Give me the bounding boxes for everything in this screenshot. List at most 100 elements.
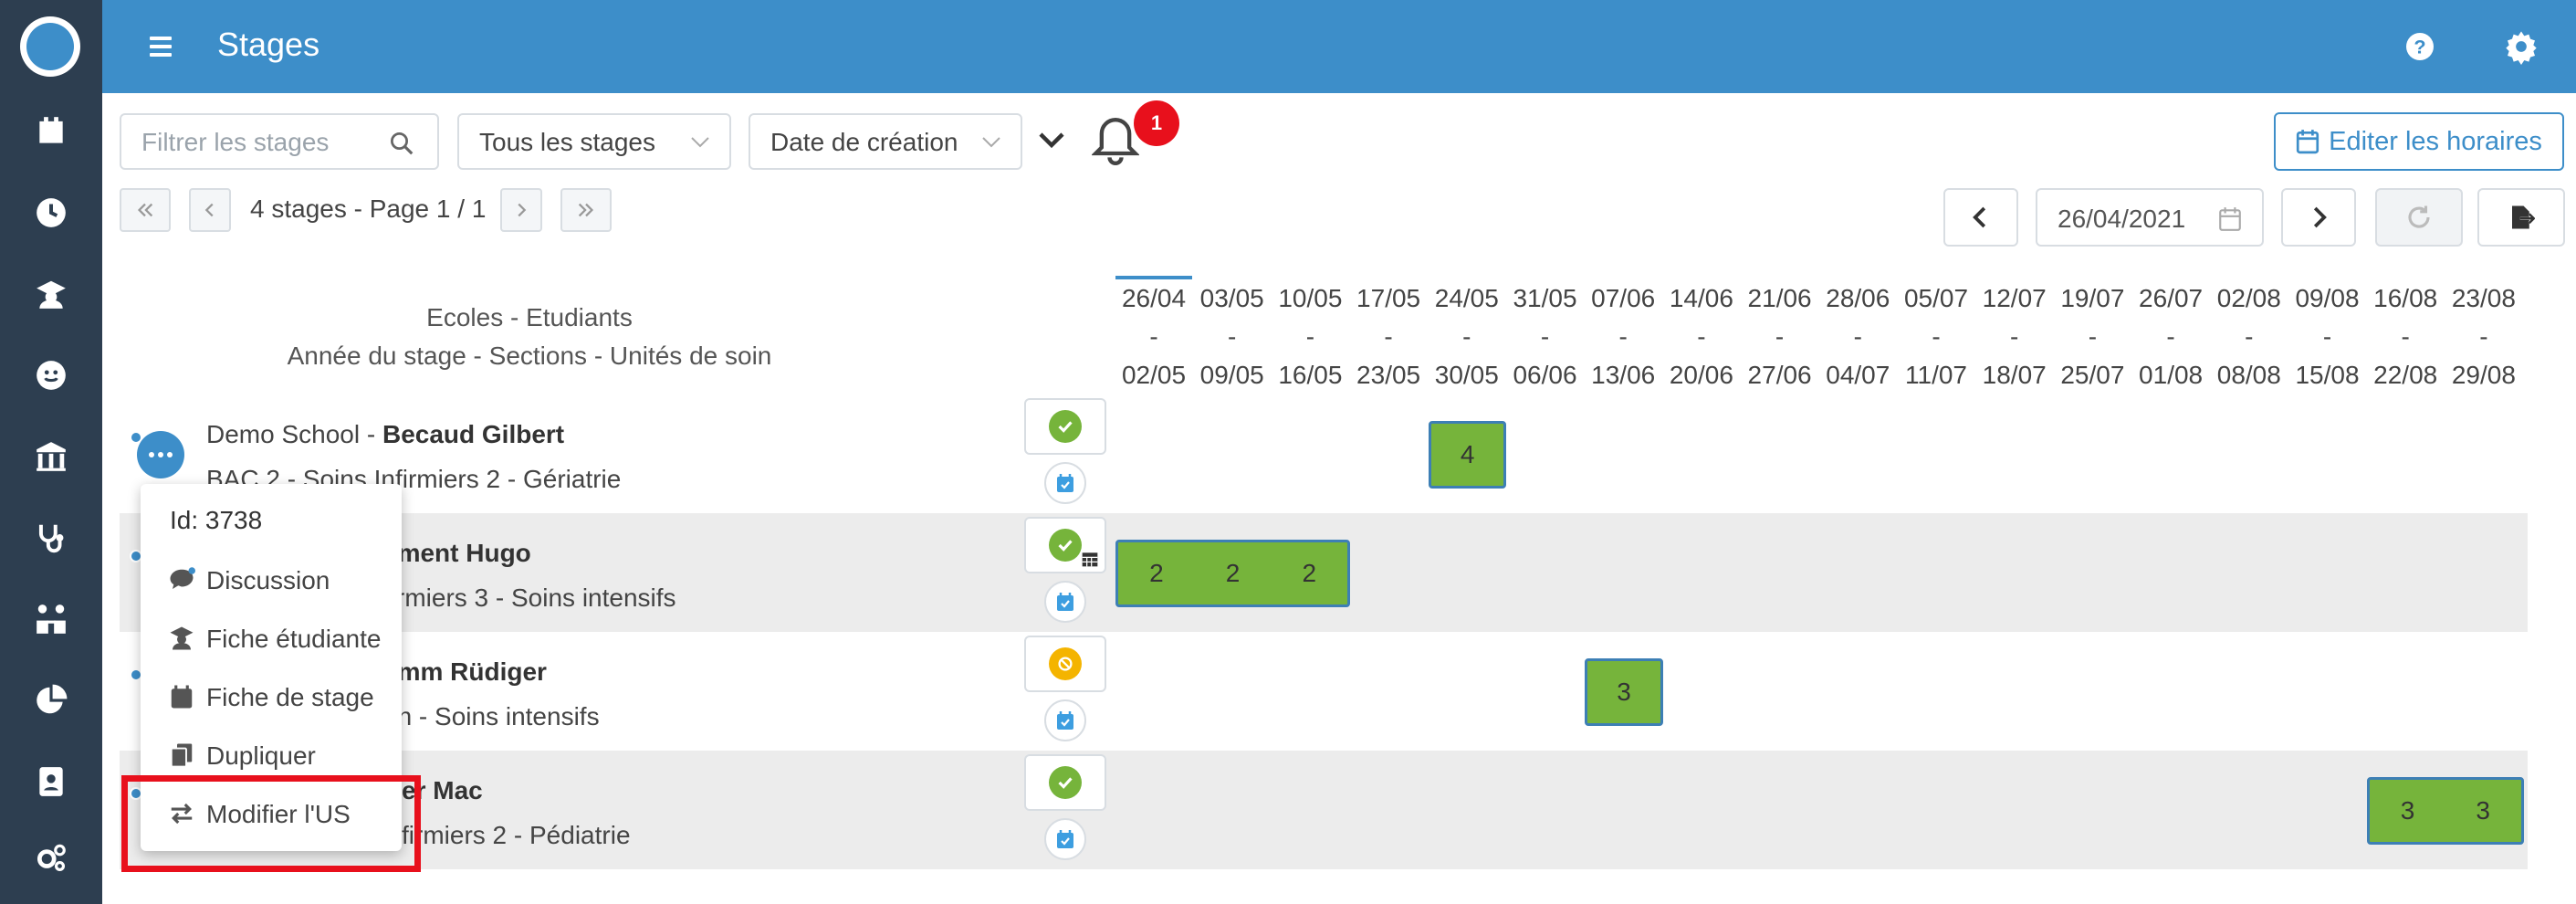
notification-badge: 1: [1134, 100, 1179, 146]
people-icon[interactable]: [0, 579, 102, 659]
highlight-box: [121, 775, 421, 872]
calendar-icon: [171, 685, 193, 709]
week-header: 12/07-18/07: [1982, 284, 2047, 389]
column-header-schools: Ecoles - Etudiants: [426, 303, 633, 331]
stage-block[interactable]: 33: [2367, 777, 2524, 845]
week-header: 31/05-06/06: [1513, 284, 1577, 389]
stage-block-count: 3: [2400, 796, 2415, 825]
calendar-check-icon: [1057, 830, 1073, 848]
menu-icon[interactable]: [146, 29, 181, 64]
week-header: 09/08-15/08: [2295, 284, 2360, 389]
week-header: 14/06-20/06: [1669, 284, 1733, 389]
search-field[interactable]: [120, 113, 439, 170]
refresh-icon: [2408, 205, 2430, 228]
week-header: 05/07-11/07: [1903, 284, 1969, 389]
calendar-check-icon: [1057, 474, 1073, 492]
calendar-icon: [2219, 207, 2241, 231]
double-chevron-right-icon: [578, 203, 594, 217]
sort-direction-icon[interactable]: [1035, 123, 1068, 156]
check-icon: [1049, 410, 1082, 443]
svg-text:?: ?: [2414, 36, 2425, 58]
sort-value: Date de création: [770, 128, 958, 156]
calendar-icon: [2297, 130, 2319, 154]
check-icon: [1049, 529, 1082, 562]
chevron-right-icon: [518, 203, 527, 217]
week-header: 28/06-04/07: [1826, 284, 1890, 389]
table-row: [120, 751, 2528, 869]
app-logo[interactable]: [20, 16, 80, 77]
stage-block-count: 2: [1302, 559, 1317, 587]
stage-filter-select[interactable]: Tous les stages: [457, 113, 731, 170]
stethoscope-icon[interactable]: [0, 498, 102, 578]
cogs-icon[interactable]: [0, 817, 102, 898]
stage-block-count: 3: [1617, 678, 1631, 706]
stage-block-count: 4: [1460, 440, 1475, 468]
school-icon[interactable]: [0, 416, 102, 497]
menu-item-internship-file[interactable]: Fiche de stage: [141, 670, 402, 723]
badge-icon[interactable]: [0, 741, 102, 822]
top-bar: Stages ?: [102, 0, 2576, 93]
next-page-button[interactable]: [500, 188, 542, 232]
row-title: ément Hugo: [383, 539, 531, 567]
status-validated-button[interactable]: [1024, 754, 1106, 811]
row-menu-button[interactable]: [137, 431, 184, 478]
sort-select[interactable]: Date de création: [749, 113, 1022, 170]
week-header: 24/05-30/05: [1434, 284, 1499, 389]
first-page-button[interactable]: [120, 188, 171, 232]
comment-icon: [170, 567, 195, 589]
week-header: 21/06-27/06: [1747, 284, 1812, 389]
week-header: 17/05-23/05: [1356, 284, 1421, 389]
calendar-check-button[interactable]: [1044, 818, 1086, 860]
calendar-check-button[interactable]: [1044, 462, 1086, 504]
row-details: firmiers 2 - Pédiatrie: [402, 821, 631, 849]
date-field[interactable]: 26/04/2021: [2036, 188, 2264, 247]
chevron-left-icon: [204, 203, 214, 217]
bell-icon[interactable]: [1092, 113, 1139, 170]
copy-icon: [170, 743, 193, 768]
double-chevron-left-icon: [137, 203, 153, 217]
export-icon: [2512, 205, 2535, 229]
chevron-down-icon: [691, 137, 709, 148]
clock-icon[interactable]: [0, 173, 102, 253]
pagination-info: 4 stages - Page 1 / 1: [250, 194, 487, 223]
refresh-button[interactable]: [2375, 188, 2463, 247]
status-validated-button[interactable]: [1024, 398, 1106, 455]
calendar-check-button[interactable]: [1044, 581, 1086, 623]
calendar-check-button[interactable]: [1044, 699, 1086, 741]
menu-item-discussion[interactable]: Discussion: [141, 553, 402, 606]
stage-block[interactable]: 2 2 2: [1115, 540, 1351, 607]
search-input[interactable]: [141, 126, 388, 159]
edit-schedule-button[interactable]: Editer les horaires: [2274, 112, 2564, 171]
status-validated-button[interactable]: [1024, 517, 1106, 573]
date-value: 26/04/2021: [2058, 205, 2186, 233]
settings-icon[interactable]: [2503, 28, 2539, 65]
export-button[interactable]: [2477, 188, 2565, 247]
calendar-check-icon: [1057, 711, 1073, 730]
stage-block[interactable]: 4: [1428, 421, 1507, 489]
smile-icon[interactable]: [0, 335, 102, 415]
check-icon: [1049, 766, 1082, 799]
stage-block-count: 2: [1149, 559, 1164, 587]
row-title: Demo School - Becaud Gilbert: [206, 420, 565, 448]
menu-item-duplicate[interactable]: Dupliquer: [141, 729, 402, 782]
prev-page-button[interactable]: [189, 188, 231, 232]
menu-item-student-file[interactable]: Fiche étudiante: [141, 612, 402, 665]
graduate-icon[interactable]: [0, 254, 102, 334]
calendar-grid-icon: [1082, 552, 1098, 567]
column-header-details: Année du stage - Sections - Unités de so…: [287, 342, 772, 370]
pie-chart-icon[interactable]: [0, 660, 102, 741]
last-page-button[interactable]: [560, 188, 612, 232]
week-header: 19/07-25/07: [2060, 284, 2125, 389]
row-details: firmiers 3 - Soins intensifs: [383, 583, 676, 612]
week-header: 07/06-13/06: [1591, 284, 1656, 389]
next-week-button[interactable]: [2281, 188, 2356, 247]
edit-schedule-label: Editer les horaires: [2329, 126, 2542, 156]
row-title: amm Rüdiger: [383, 657, 547, 686]
calendar-icon[interactable]: [0, 91, 102, 172]
stage-filter-value: Tous les stages: [479, 128, 655, 156]
stage-block[interactable]: 3: [1585, 658, 1663, 726]
status-pending-button[interactable]: [1024, 636, 1106, 692]
help-icon[interactable]: ?: [2402, 28, 2438, 65]
graduate-icon: [170, 626, 194, 650]
prev-week-button[interactable]: [1943, 188, 2018, 247]
